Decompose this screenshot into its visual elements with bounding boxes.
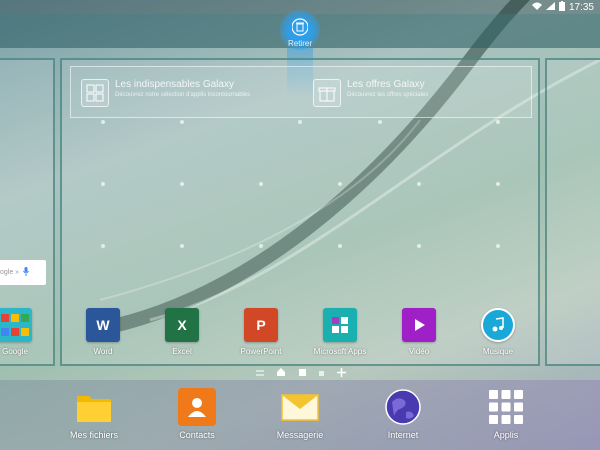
battery-icon [558,0,565,14]
widget-title: Les indispensables Galaxy [115,79,234,90]
grid-dot [298,120,302,124]
google-search-widget[interactable]: ogle » [0,260,46,285]
grid-dot [180,244,184,248]
google-folder-icon [0,308,32,342]
widget-subtitle: Découvrez notre sélection d'applis incon… [115,92,251,98]
dock-apps[interactable]: Applis [466,388,546,440]
video-icon [402,308,436,342]
dock-internet[interactable]: Internet [363,388,443,440]
app-label: Excel [172,347,192,356]
globe-icon [384,388,422,426]
remove-drop-target[interactable]: Retirer [280,10,320,50]
excel-icon: X [165,308,199,342]
add-page-icon[interactable] [337,367,346,379]
app-word[interactable]: W Word [68,308,138,356]
app-label: Vidéo [408,347,430,356]
home-page-right[interactable] [545,58,600,366]
page-indicator[interactable] [256,367,346,379]
app-label: Word [93,347,113,356]
gift-icon [313,79,341,107]
email-icon [281,388,319,426]
powerpoint-icon: P [244,308,278,342]
wifi-icon [531,2,542,13]
app-microsoft-apps[interactable]: Microsoft Apps [305,308,375,356]
dock-label: Applis [493,430,519,440]
grid-dot [259,182,263,186]
dock-email[interactable]: Messagerie [260,388,340,440]
app-label: Google [2,347,28,356]
widget-title: Les offres Galaxy [347,79,425,90]
grid-dot [101,182,105,186]
grid-dot [496,182,500,186]
grid-dot [180,182,184,186]
grid-dot [338,244,342,248]
dock-my-files[interactable]: Mes fichiers [54,388,134,440]
widget-subtitle: Découvrez les offres spéciales [347,92,429,98]
app-video[interactable]: Vidéo [384,308,454,356]
page-dot-active[interactable] [298,368,306,378]
remove-label: Retirer [287,39,312,48]
dock-label: Contacts [179,430,215,440]
widget-indispensables[interactable]: Les indispensables Galaxy Découvrez notr… [81,79,250,107]
folder-icon [75,388,113,426]
dock-label: Internet [387,430,419,440]
microsoft-apps-icon [323,308,357,342]
app-label: Microsoft Apps [313,347,367,356]
dock: Mes fichiers Contacts Messagerie Interne… [0,380,600,450]
home-page-icon[interactable] [277,368,286,378]
trash-icon [291,18,309,41]
grid-dot [496,244,500,248]
page-dot[interactable] [318,368,324,378]
grid-dot [378,120,382,124]
grid-dot [180,120,184,124]
grid-dot [338,182,342,186]
app-music[interactable]: Musique [463,308,533,356]
app-google[interactable]: Google [0,308,50,356]
grid-dot [417,244,421,248]
home-page-left[interactable]: ogle » Google [0,58,55,366]
grid-dot [417,182,421,186]
menu-lines-icon[interactable] [256,368,264,378]
word-icon: W [86,308,120,342]
clock: 17:35 [568,1,594,13]
grid-dot [496,120,500,124]
app-excel[interactable]: X Excel [147,308,217,356]
grid-dot [101,120,105,124]
home-page-main[interactable]: Les indispensables Galaxy Découvrez notr… [60,58,540,366]
grid-dot [101,244,105,248]
galaxy-widget[interactable]: Les indispensables Galaxy Découvrez notr… [70,66,532,118]
signal-icon [545,1,555,13]
apps-grid-icon [81,79,109,107]
contacts-icon [178,388,216,426]
app-powerpoint[interactable]: P PowerPoint [226,308,296,356]
dock-label: Mes fichiers [69,430,118,440]
microphone-icon[interactable] [23,267,30,278]
search-widget-text: ogle » [0,269,20,276]
grid-dot [259,244,263,248]
widget-offres[interactable]: Les offres Galaxy Découvrez les offres s… [313,79,428,107]
music-icon [481,308,515,342]
app-label: PowerPoint [240,347,282,356]
dock-contacts[interactable]: Contacts [157,388,237,440]
dock-label: Messagerie [276,430,324,440]
apps-grid-icon [487,388,525,426]
app-label: Musique [482,347,514,356]
